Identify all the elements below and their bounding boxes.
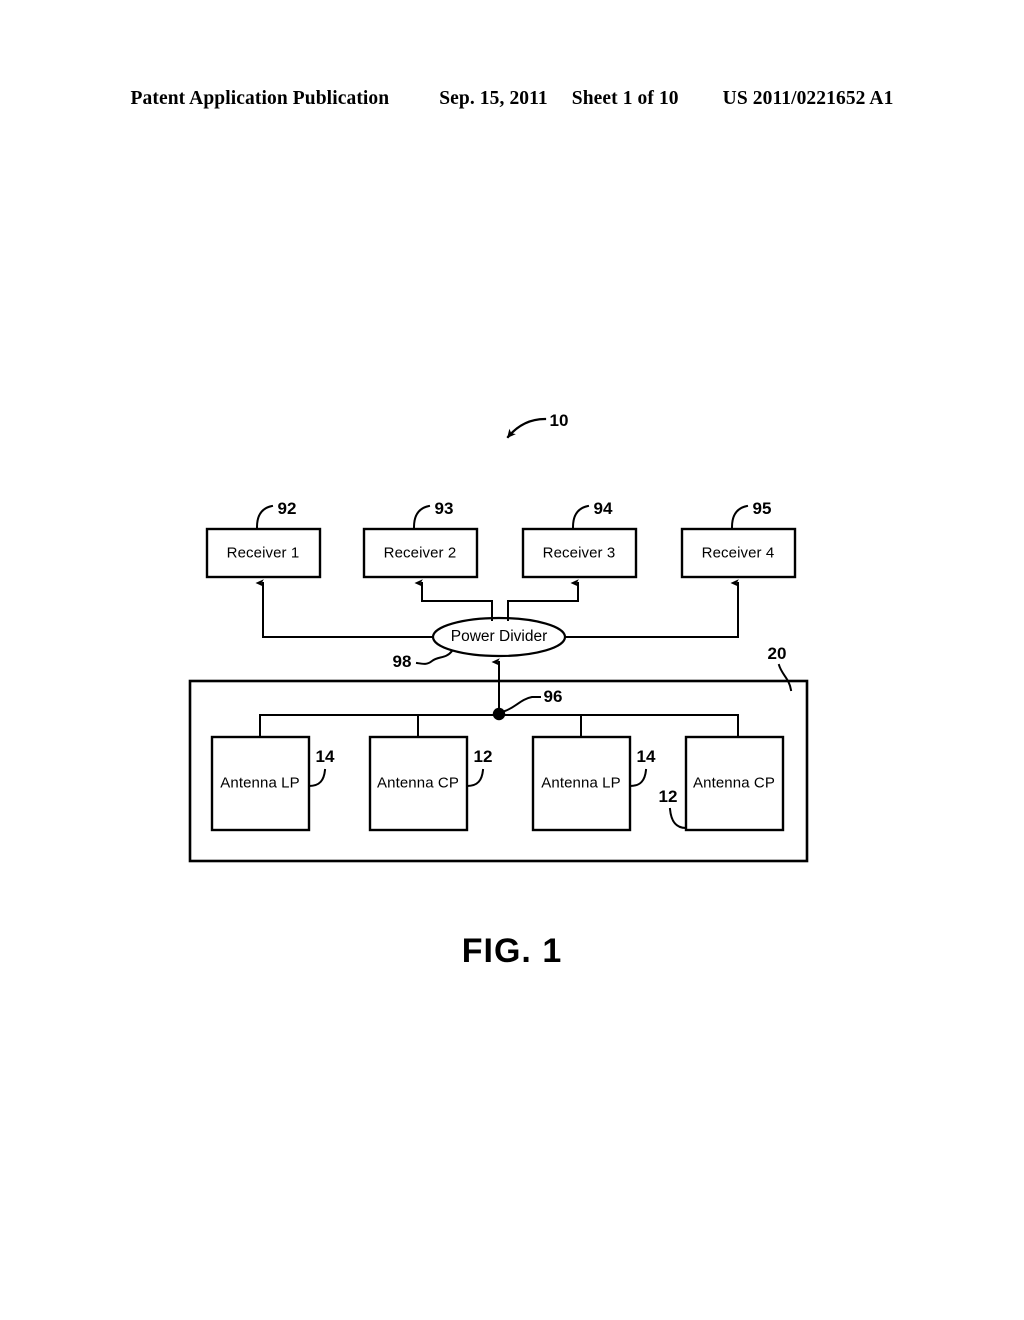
wire-divider-to-receiver-4 [564, 579, 739, 638]
system-ref-leader [506, 417, 547, 439]
figure-caption: FIG. 1 [461, 932, 563, 970]
receiver-label-4: Receiver 4 [701, 544, 775, 562]
antenna-label-1: Antenna LP [220, 774, 300, 792]
receiver-ref-number-2: 93 [434, 499, 454, 518]
receiver-ref-leader-1 [255, 504, 274, 529]
receiver-ref-leader-3 [571, 504, 590, 529]
antenna-array-ref-number: 20 [767, 644, 787, 663]
antenna-label-3: Antenna LP [541, 774, 621, 792]
antenna-label-2: Antenna CP [377, 774, 459, 792]
receiver-ref-number-1: 92 [277, 499, 297, 518]
figure-drawing [0, 0, 1024, 1320]
receiver-ref-leader-2 [412, 504, 431, 529]
wire-divider-to-receiver-2 [414, 579, 493, 621]
receiver-ref-number-4: 95 [752, 499, 772, 518]
feed-junction-ref-number: 96 [543, 687, 563, 706]
system-ref-number: 10 [549, 411, 569, 430]
power-divider-ref-number: 98 [392, 652, 412, 671]
wire-divider-to-receiver-3 [507, 579, 579, 621]
receiver-label-1: Receiver 1 [226, 544, 300, 562]
patent-drawing-page: Patent Application Publication Sep. 15, … [0, 0, 1024, 1320]
receiver-ref-leader-4 [730, 504, 749, 529]
antenna-ref-number-1: 14 [315, 747, 335, 766]
receiver-label-2: Receiver 2 [383, 544, 457, 562]
antenna-ref-number-3: 14 [636, 747, 656, 766]
wire-divider-to-receiver-1 [255, 579, 434, 638]
antenna-ref-number-2: 12 [473, 747, 493, 766]
receiver-ref-number-3: 94 [593, 499, 613, 518]
power-divider-label: Power Divider [450, 628, 548, 645]
power-divider-ref-leader [415, 649, 454, 665]
receiver-label-3: Receiver 3 [542, 544, 616, 562]
antenna-ref-number-4: 12 [658, 787, 678, 806]
antenna-label-4: Antenna CP [693, 774, 775, 792]
